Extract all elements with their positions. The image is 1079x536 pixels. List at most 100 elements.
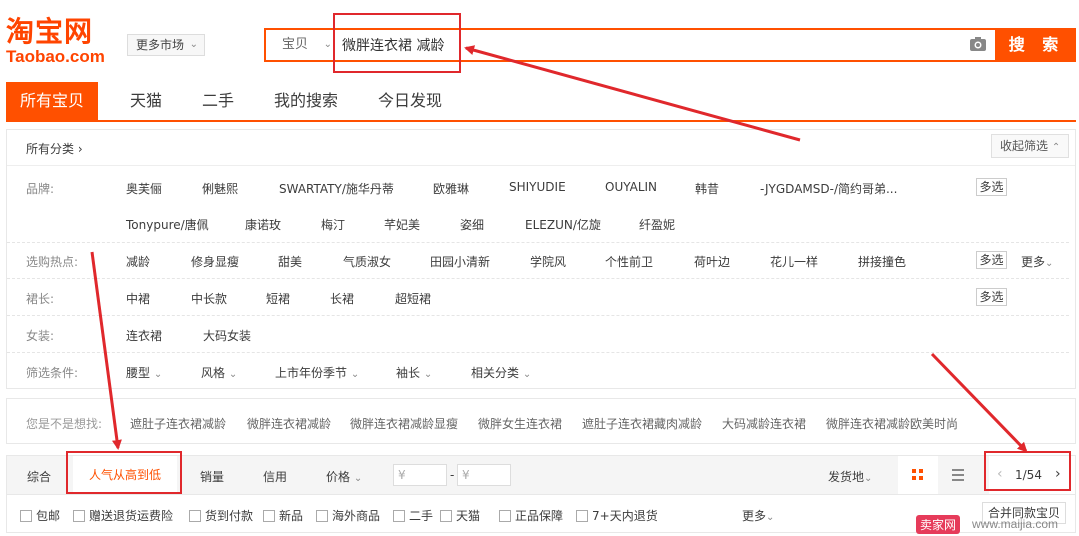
suggestion-link[interactable]: 大码减龄连衣裙 (722, 415, 806, 432)
camera-icon[interactable] (969, 36, 987, 52)
list-view-button[interactable] (938, 456, 978, 494)
filter-label: 二手 (409, 509, 434, 523)
condition-dropdown[interactable]: 上市年份季节 ⌄ (275, 364, 359, 381)
hot-topic-item[interactable]: 花儿一样 (770, 253, 818, 270)
price-max-input[interactable]: ¥ (457, 464, 511, 486)
hot-topic-item[interactable]: 学院风 (530, 253, 566, 270)
row-divider (7, 242, 1069, 243)
hot-topic-multi-select-button[interactable]: 多选 (976, 251, 1007, 269)
hot-topic-item[interactable]: 田园小清新 (430, 253, 490, 270)
brand-item[interactable]: 芊妃美 (384, 216, 420, 233)
brand-multi-select-button[interactable]: 多选 (976, 178, 1007, 196)
hot-topic-item[interactable]: 减龄 (126, 253, 150, 270)
collapse-filter-button[interactable]: 收起筛选 ⌃ (991, 134, 1069, 158)
filter-checkbox[interactable]: 货到付款 (189, 507, 253, 524)
row-divider (7, 315, 1069, 316)
womens-wear-item[interactable]: 大码女装 (203, 327, 251, 344)
did-you-mean-panel: 您是不是想找: 遮肚子连衣裙减龄 微胖连衣裙减龄 微胖连衣裙减龄显瘦 微胖女生连… (6, 398, 1076, 444)
more-filters-button[interactable]: 更多⌄ (742, 507, 774, 524)
filter-checkbox[interactable]: 海外商品 (316, 507, 380, 524)
filter-checkbox[interactable]: 赠送退货运费险 (73, 507, 173, 524)
search-tabs: 所有宝贝 天猫 二手 我的搜索 今日发现 (6, 82, 1076, 122)
search-type-label: 宝贝 (282, 37, 309, 52)
skirt-length-item[interactable]: 超短裙 (395, 290, 431, 307)
skirt-length-item[interactable]: 中长款 (191, 290, 227, 307)
brand-item[interactable]: 纤盈妮 (639, 216, 675, 233)
filter-checkbox[interactable]: 二手 (393, 507, 433, 524)
tab-tmall[interactable]: 天猫 (130, 82, 162, 120)
ship-from-dropdown[interactable]: 发货地⌄ (828, 468, 872, 485)
brand-item[interactable]: SWARTATY/施华丹蒂 (279, 180, 394, 197)
sort-comprehensive[interactable]: 综合 (27, 468, 51, 485)
tab-second-hand[interactable]: 二手 (202, 82, 234, 120)
conditions-row-label: 筛选条件: (26, 366, 79, 380)
condition-dropdown[interactable]: 袖长 ⌄ (396, 364, 432, 381)
brand-item[interactable]: -JYGDAMSD-/简约哥弟... (760, 180, 897, 197)
suggestion-link[interactable]: 微胖女生连衣裙 (478, 415, 562, 432)
brand-item[interactable]: SHIYUDIE (509, 180, 566, 194)
brand-item[interactable]: 康诺玫 (245, 216, 281, 233)
brand-item[interactable]: 韩昔 (695, 180, 719, 197)
suggestion-link[interactable]: 微胖连衣裙减龄 (247, 415, 331, 432)
brand-item[interactable]: OUYALIN (605, 180, 657, 194)
sort-price-dropdown[interactable]: 价格 ⌄ (326, 468, 362, 485)
chevron-down-icon: ⌄ (323, 39, 332, 50)
tab-today-discover[interactable]: 今日发现 (378, 82, 442, 120)
sort-sales[interactable]: 销量 (200, 468, 224, 485)
all-categories-link[interactable]: 所有分类 › (26, 140, 83, 157)
checkbox-icon (189, 510, 201, 522)
hot-topic-more-button[interactable]: 更多⌄ (1021, 253, 1053, 270)
hot-topic-item[interactable]: 拼接撞色 (858, 253, 906, 270)
skirt-length-item[interactable]: 长裙 (330, 290, 354, 307)
filter-checkbox[interactable]: 7+天内退货 (576, 507, 658, 524)
suggestion-link[interactable]: 微胖连衣裙减龄显瘦 (350, 415, 458, 432)
taobao-logo[interactable]: 淘宝网 Taobao.com (6, 16, 114, 72)
search-type-select[interactable]: 宝贝 ⌄ (266, 30, 336, 60)
filter-checkbox[interactable]: 新品 (263, 507, 303, 524)
skirt-length-item[interactable]: 中裙 (126, 290, 150, 307)
ship-from-label: 发货地 (828, 470, 865, 484)
suggestion-link[interactable]: 微胖连衣裙减龄欧美时尚 (826, 415, 958, 432)
condition-dropdown[interactable]: 腰型 ⌄ (126, 364, 162, 381)
suggestion-link[interactable]: 遮肚子连衣裙藏肉减龄 (582, 415, 702, 432)
sort-credit[interactable]: 信用 (263, 468, 287, 485)
more-label: 更多 (1021, 255, 1046, 269)
tab-my-search[interactable]: 我的搜索 (274, 82, 338, 120)
watermark-url: www.maijia.com (972, 517, 1059, 531)
skirt-length-item[interactable]: 短裙 (266, 290, 290, 307)
filter-checkbox[interactable]: 包邮 (20, 507, 60, 524)
hot-topic-item[interactable]: 个性前卫 (605, 253, 653, 270)
chevron-down-icon: ⌄ (423, 369, 433, 380)
chevron-down-icon: ⌄ (153, 369, 163, 380)
filter-checkbox[interactable]: 正品保障 (499, 507, 563, 524)
brand-item[interactable]: 梅汀 (321, 216, 345, 233)
collapse-filter-label: 收起筛选 (1000, 139, 1049, 153)
hot-topic-item[interactable]: 气质淑女 (343, 253, 391, 270)
filter-label: 新品 (279, 509, 304, 523)
skirt-length-row-label: 裙长: (26, 292, 55, 306)
hot-topic-item[interactable]: 甜美 (278, 253, 302, 270)
brand-item[interactable]: 欧雅琳 (433, 180, 469, 197)
price-min-input[interactable]: ¥ (393, 464, 447, 486)
filter-checkbox[interactable]: 天猫 (440, 507, 480, 524)
filter-label: 海外商品 (332, 509, 381, 523)
filter-label: 7+天内退货 (592, 509, 658, 523)
grid-view-button[interactable] (898, 456, 938, 494)
womens-wear-item[interactable]: 连衣裙 (126, 327, 162, 344)
suggestion-link[interactable]: 遮肚子连衣裙减龄 (130, 415, 226, 432)
hot-topic-item[interactable]: 修身显瘦 (191, 253, 239, 270)
search-button[interactable]: 搜 索 (997, 28, 1076, 62)
more-markets-dropdown[interactable]: 更多市场 ⌄ (127, 34, 205, 56)
brand-item[interactable]: ELEZUN/亿旋 (525, 216, 601, 233)
tab-all-items[interactable]: 所有宝贝 (6, 82, 99, 120)
condition-dropdown[interactable]: 风格 ⌄ (201, 364, 237, 381)
brand-item[interactable]: 奥芙俪 (126, 180, 162, 197)
brand-item[interactable]: Tonypure/唐佩 (126, 216, 209, 233)
skirt-length-multi-select-button[interactable]: 多选 (976, 288, 1007, 306)
condition-label: 袖长 (396, 366, 421, 380)
brand-item[interactable]: 俐魅熙 (202, 180, 238, 197)
condition-label: 相关分类 (471, 366, 520, 380)
hot-topic-item[interactable]: 荷叶边 (694, 253, 730, 270)
condition-dropdown[interactable]: 相关分类 ⌄ (471, 364, 531, 381)
brand-item[interactable]: 姿细 (460, 216, 484, 233)
